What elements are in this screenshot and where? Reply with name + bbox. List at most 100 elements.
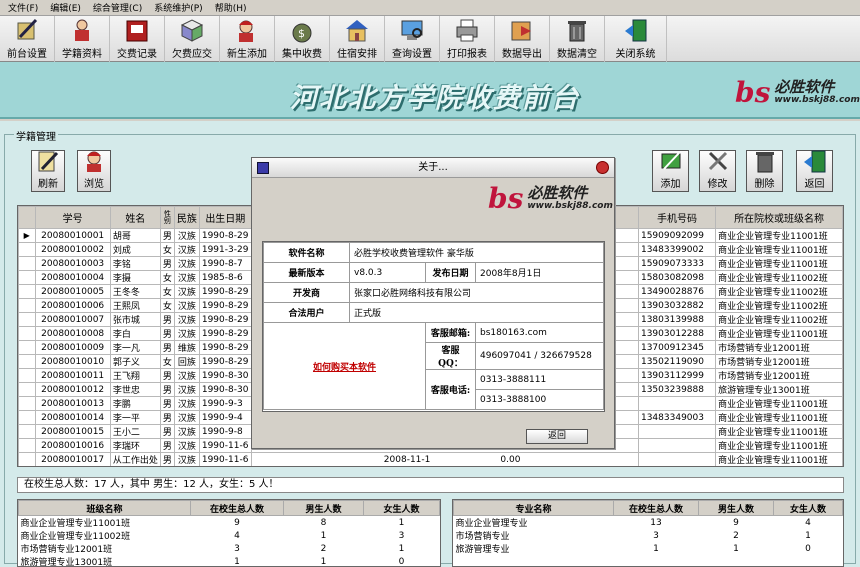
back-button[interactable]: 返回 bbox=[796, 150, 833, 192]
list-item[interactable]: 旅游管理专业13001班 1 1 0 bbox=[19, 555, 440, 567]
toolbar-new-student-button[interactable]: 新生添加 bbox=[220, 16, 275, 62]
list-item[interactable]: 商业企业管理专业 13 9 4 bbox=[454, 516, 843, 530]
cell-gender[interactable]: 男 bbox=[159, 382, 175, 397]
cell-student-id[interactable]: 20080010014 bbox=[34, 410, 111, 425]
cell-student-id[interactable]: 20080010015 bbox=[34, 424, 111, 439]
cell-nation[interactable]: 汉族 bbox=[173, 228, 200, 243]
cell-name[interactable]: 李鹏 bbox=[109, 396, 161, 411]
col-name[interactable]: 姓名 bbox=[109, 206, 161, 229]
cell-student-id[interactable]: 20080010017 bbox=[34, 452, 111, 466]
add-button[interactable]: 添加 bbox=[652, 150, 689, 192]
cell-class[interactable]: 商业企业管理专业11002班 bbox=[715, 312, 843, 327]
cell-phone[interactable]: 13903012288 bbox=[637, 326, 717, 341]
cell-student-id[interactable]: 20080010007 bbox=[34, 312, 111, 327]
browse-button[interactable]: 浏览 bbox=[77, 150, 111, 192]
cell-student-id[interactable]: 20080010006 bbox=[34, 298, 111, 313]
cell-name[interactable]: 李瑞环 bbox=[109, 438, 161, 453]
cell-name[interactable]: 王冬冬 bbox=[109, 284, 161, 299]
cell-birth[interactable]: 1990-11-6 bbox=[198, 438, 252, 453]
cell-birth[interactable]: 1990-9-4 bbox=[198, 410, 252, 425]
cell-gender[interactable]: 男 bbox=[159, 396, 175, 411]
cell-nation[interactable]: 汉族 bbox=[173, 284, 200, 299]
toolbar-front-settings-button[interactable]: 前台设置 bbox=[0, 16, 55, 62]
cell-gender[interactable]: 男 bbox=[159, 438, 175, 453]
cell-birth[interactable]: 1990-9-3 bbox=[198, 396, 252, 411]
toolbar-clear-data-button[interactable]: 数据清空 bbox=[550, 16, 605, 62]
how-to-buy-link[interactable]: 如何购买本软件 bbox=[263, 322, 426, 410]
cell-birth[interactable]: 1990-8-30 bbox=[198, 382, 252, 397]
cell-nation[interactable]: 汉族 bbox=[173, 368, 200, 383]
cell-phone[interactable]: 13483399002 bbox=[637, 242, 717, 257]
cell-nation[interactable]: 汉族 bbox=[173, 382, 200, 397]
cell-gender[interactable]: 男 bbox=[159, 368, 175, 383]
cell-class[interactable]: 商业企业管理专业11002班 bbox=[715, 270, 843, 285]
cell-nation[interactable]: 汉族 bbox=[173, 452, 200, 466]
cell-birth[interactable]: 1991-3-29 bbox=[198, 242, 252, 257]
cell-birth[interactable]: 1985-8-6 bbox=[198, 270, 252, 285]
cell-student-id[interactable]: 20080010009 bbox=[34, 340, 111, 355]
cell-gender[interactable]: 男 bbox=[159, 424, 175, 439]
toolbar-query-settings-button[interactable]: 查询设置 bbox=[385, 16, 440, 62]
cell-nation[interactable]: 维族 bbox=[173, 340, 200, 355]
cell-phone[interactable]: 13803139988 bbox=[637, 312, 717, 327]
cell-student-id[interactable]: 20080010002 bbox=[34, 242, 111, 257]
menu-edit[interactable]: 编辑(E) bbox=[44, 1, 87, 14]
cell-nation[interactable]: 汉族 bbox=[173, 410, 200, 425]
cell-name[interactable]: 李铭 bbox=[109, 256, 161, 271]
class-stats-table[interactable]: 班级名称 在校生总人数 男生人数 女生人数 商业企业管理专业11001班 9 8 1 商… bbox=[17, 499, 441, 567]
cell-birth[interactable]: 1990-8-29 bbox=[198, 312, 252, 327]
cell-phone[interactable] bbox=[637, 452, 717, 466]
cell-nation[interactable]: 汉族 bbox=[173, 242, 200, 257]
cell-class[interactable]: 商业企业管理专业11001班 bbox=[715, 242, 843, 257]
cell-class[interactable]: 旅游管理专业13001班 bbox=[715, 382, 843, 397]
close-icon[interactable] bbox=[596, 161, 609, 174]
list-item[interactable]: 市场营销专业12001班 3 2 1 bbox=[19, 542, 440, 556]
toolbar-dorm-button[interactable]: 住宿安排 bbox=[330, 16, 385, 62]
cell-birth[interactable]: 1990-8-29 bbox=[198, 354, 252, 369]
cell-name[interactable]: 从工作出处 bbox=[109, 452, 161, 466]
cell-phone[interactable] bbox=[637, 438, 717, 453]
cell-name[interactable]: 王熙凤 bbox=[109, 298, 161, 313]
cell-birth[interactable]: 1990-8-29 bbox=[198, 228, 252, 243]
toolbar-arrears-button[interactable]: 欠费应交 bbox=[165, 16, 220, 62]
cell-gender[interactable]: 男 bbox=[159, 312, 175, 327]
cell-name[interactable]: 李世忠 bbox=[109, 382, 161, 397]
cell-class[interactable]: 商业企业管理专业11001班 bbox=[715, 452, 843, 466]
toolbar-exit-button[interactable]: 关闭系统 bbox=[605, 16, 667, 62]
cell-phone[interactable]: 13483349003 bbox=[637, 410, 717, 425]
edit-button[interactable]: 修改 bbox=[699, 150, 736, 192]
cell-gender[interactable]: 男 bbox=[159, 340, 175, 355]
cell-nation[interactable]: 汉族 bbox=[173, 270, 200, 285]
cell-class[interactable]: 商业企业管理专业11002班 bbox=[715, 298, 843, 313]
cell-student-id[interactable]: 20080010016 bbox=[34, 438, 111, 453]
cell-name[interactable]: 张市城 bbox=[109, 312, 161, 327]
cell-gender[interactable]: 女 bbox=[159, 354, 175, 369]
col-gender[interactable]: 性别 bbox=[159, 206, 175, 229]
col-phone[interactable]: 手机号码 bbox=[637, 206, 717, 229]
col-student-id[interactable]: 学号 bbox=[34, 206, 111, 229]
cell-student-id[interactable]: 20080010011 bbox=[34, 368, 111, 383]
toolbar-student-records-button[interactable]: 学籍资料 bbox=[55, 16, 110, 62]
cell-class[interactable]: 市场营销专业12001班 bbox=[715, 368, 843, 383]
menu-system[interactable]: 系统维护(P) bbox=[148, 1, 208, 14]
cell-student-id[interactable]: 20080010003 bbox=[34, 256, 111, 271]
cell-gender[interactable]: 男 bbox=[159, 228, 175, 243]
cell-class[interactable]: 商业企业管理专业11001班 bbox=[715, 438, 843, 453]
refresh-button[interactable]: 刷新 bbox=[31, 150, 65, 192]
cell-nation[interactable]: 汉族 bbox=[173, 256, 200, 271]
cell-student-id[interactable]: 20080010012 bbox=[34, 382, 111, 397]
cell-name[interactable]: 王小二 bbox=[109, 424, 161, 439]
toolbar-export-button[interactable]: 数据导出 bbox=[495, 16, 550, 62]
cell-class[interactable]: 商业企业管理专业11001班 bbox=[715, 396, 843, 411]
cell-phone[interactable]: 15803082098 bbox=[637, 270, 717, 285]
cell-name[interactable]: 王飞翔 bbox=[109, 368, 161, 383]
cell-gender[interactable]: 女 bbox=[159, 298, 175, 313]
cell-phone[interactable] bbox=[637, 424, 717, 439]
menu-help[interactable]: 帮助(H) bbox=[209, 1, 253, 14]
cell-gender[interactable]: 男 bbox=[159, 326, 175, 341]
cell-gender[interactable]: 男 bbox=[159, 256, 175, 271]
cell-name[interactable]: 李摄 bbox=[109, 270, 161, 285]
cell-name[interactable]: 胡哥 bbox=[109, 228, 161, 243]
cell-name[interactable]: 李白 bbox=[109, 326, 161, 341]
menu-file[interactable]: 文件(F) bbox=[2, 1, 44, 14]
